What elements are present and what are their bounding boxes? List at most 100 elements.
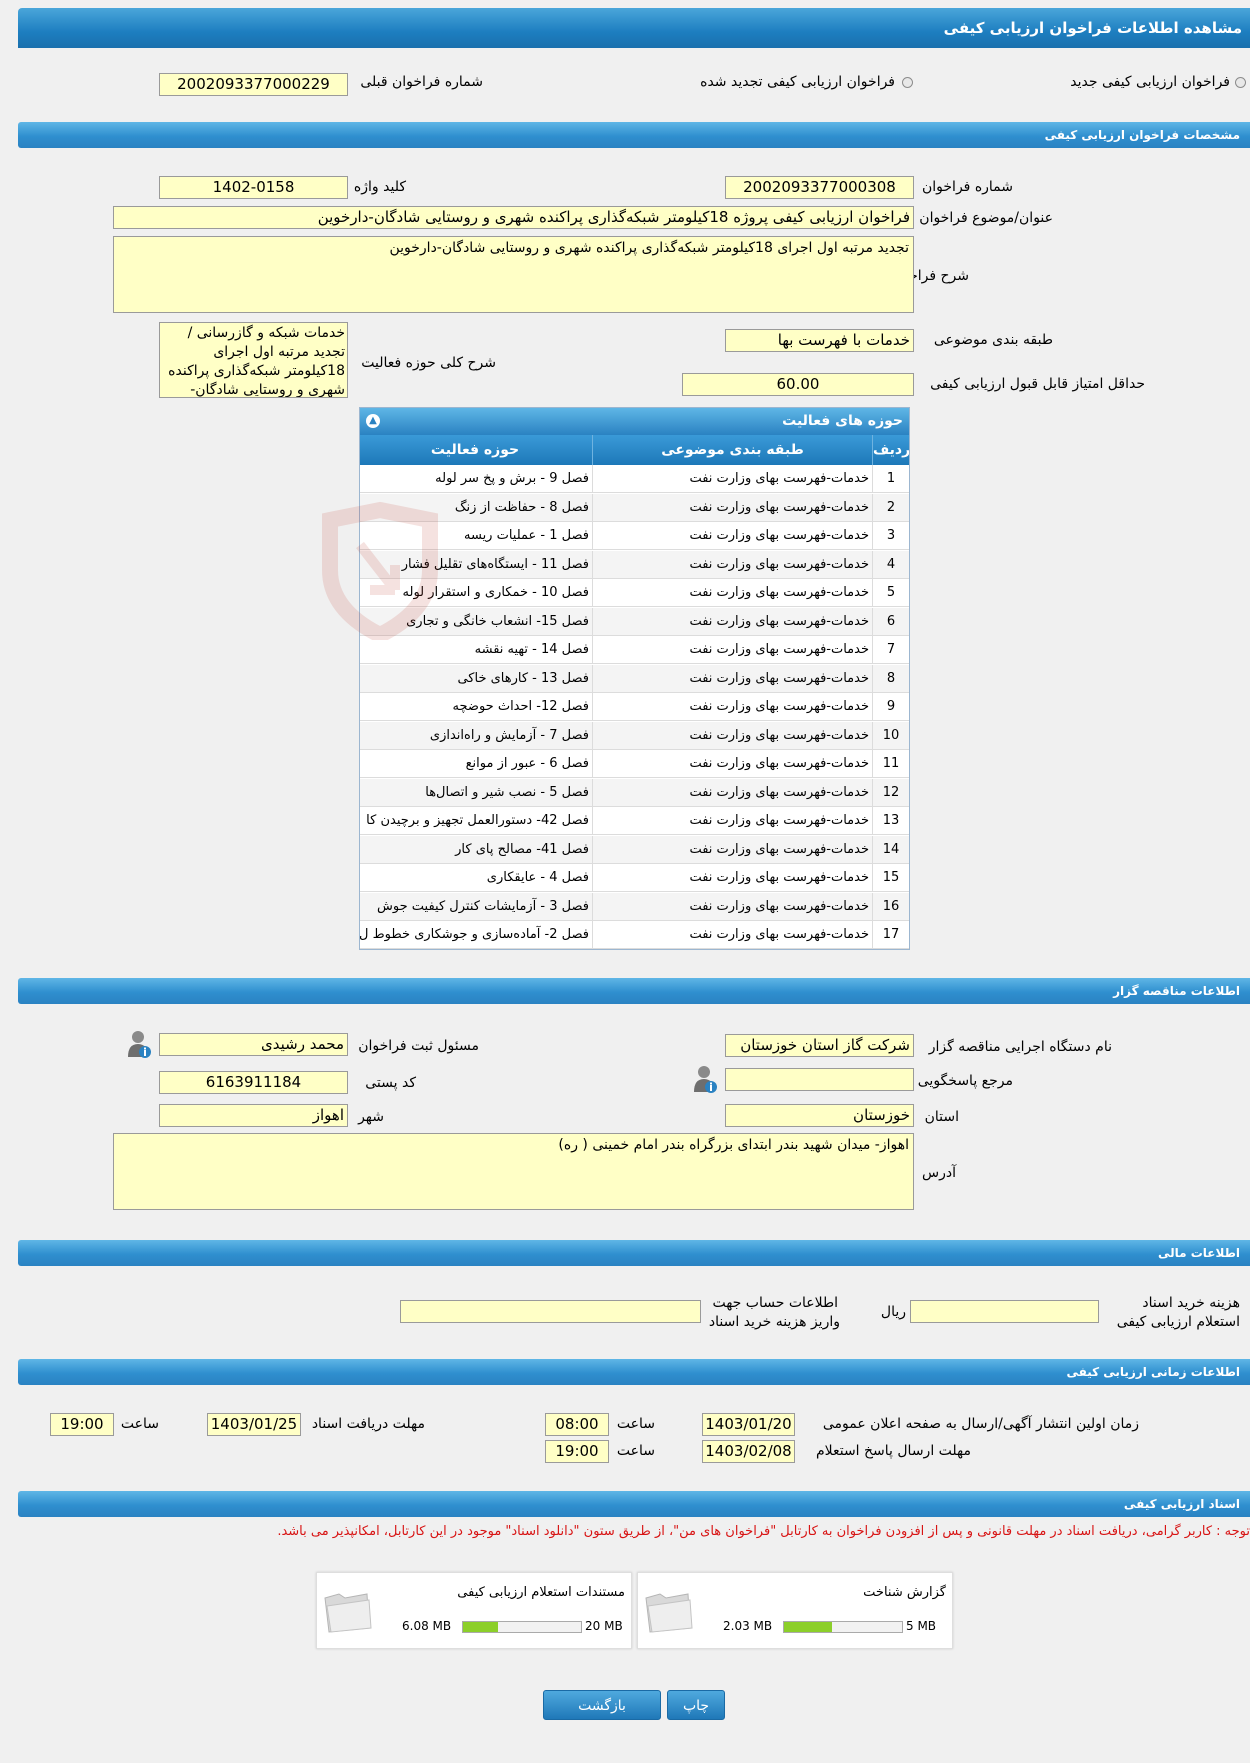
- print-button[interactable]: چاپ: [667, 1690, 725, 1720]
- table-row: 12 خدمات-فهرست بهای وزارت نفت فصل 5 - نصب …: [360, 778, 909, 807]
- activities-table-title: حوزه های فعالیت: [360, 408, 909, 435]
- previous-number-label: شماره فراخوان قبلی: [360, 74, 483, 90]
- table-row: 17 خدمات-فهرست بهای وزارت نفت فصل 2- آماده…: [360, 921, 909, 949]
- postal-label: کد پستی: [365, 1075, 416, 1091]
- row-index: 16: [872, 892, 909, 921]
- row-category: خدمات-فهرست بهای وزارت نفت: [592, 778, 872, 807]
- row-activity: فصل 9 - برش و پخ سر لوله: [435, 471, 589, 486]
- category-label: طبقه بندی موضوعی: [933, 332, 1053, 348]
- row-activity: فصل 42- دستورالعمل تجهیز و برچیدن کا: [366, 813, 589, 828]
- specs-section-header: مشخصات فراخوان ارزیابی کیفی: [18, 122, 1250, 148]
- new-call-radio[interactable]: [1235, 77, 1246, 88]
- activities-table: حوزه های فعالیت ▲ رديف طبقه بندی موضوعی …: [359, 407, 910, 950]
- document-max-size: 20 MB: [585, 1619, 623, 1633]
- column-header-idx: رديف: [872, 435, 909, 465]
- table-row: 1 خدمات-فهرست بهای وزارت نفت فصل 9 - برش و…: [360, 465, 909, 493]
- row-category: خدمات-فهرست بهای وزارت نفت: [592, 750, 872, 778]
- publish-date-label: زمان اولین انتشار آگهی/ارسال به صفحه اعل…: [822, 1416, 1139, 1432]
- row-category: خدمات-فهرست بهای وزارت نفت: [592, 636, 872, 664]
- activities-table-body: 1 خدمات-فهرست بهای وزارت نفت فصل 9 - برش و…: [360, 465, 909, 949]
- row-category: خدمات-فهرست بهای وزارت نفت: [592, 465, 872, 493]
- row-category: خدمات-فهرست بهای وزارت نفت: [592, 493, 872, 522]
- responder-user-icon[interactable]: [692, 1064, 718, 1094]
- renewed-call-label: فراخوان ارزیابی کیفی تجدید شده: [700, 74, 895, 90]
- registrar-field: محمد رشیدی: [159, 1033, 348, 1056]
- row-activity: فصل 8 - حفاظت از زنگ: [454, 499, 589, 515]
- table-row: 8 خدمات-فهرست بهای وزارت نفت فصل 13 - کاره…: [360, 664, 909, 693]
- row-category: خدمات-فهرست بهای وزارت نفت: [592, 807, 872, 835]
- row-index: 10: [872, 721, 909, 750]
- keyword-label: کلید واژه: [353, 179, 406, 195]
- table-row: 9 خدمات-فهرست بهای وزارت نفت فصل 12- احداث…: [360, 693, 909, 721]
- document-card[interactable]: مستندات استعلام ارزیابی کیفی 20 MB 6.08 MB: [316, 1572, 632, 1649]
- document-progress-track: [462, 1621, 582, 1633]
- documents-section-header: اسناد ارزیابی کیفی: [18, 1491, 1250, 1517]
- account-field: [400, 1300, 701, 1323]
- publish-time-field: 08:00: [545, 1413, 609, 1436]
- deadline-docs-time-label: ساعت: [120, 1416, 159, 1432]
- deadline-reply-date-field: 1403/02/08: [702, 1440, 795, 1463]
- row-index: 4: [872, 550, 909, 579]
- registrar-user-icon[interactable]: [126, 1029, 152, 1059]
- row-activity: فصل 4 - عایقکاری: [486, 870, 589, 885]
- address-field: اهواز- میدان شهید بندر ابتدای بزرگراه بن…: [113, 1133, 914, 1210]
- fee-field: [910, 1300, 1099, 1323]
- city-field: اهواز: [159, 1104, 348, 1127]
- currency-label: ریال: [880, 1304, 906, 1320]
- row-index: 15: [872, 864, 909, 892]
- document-card[interactable]: گزارش شناخت 5 MB 2.03 MB: [637, 1572, 953, 1649]
- row-index: 11: [872, 750, 909, 778]
- fee-label-line2: استعلام ارزیابی کیفی: [1116, 1314, 1240, 1330]
- document-progress-fill: [463, 1622, 499, 1632]
- renewed-call-radio[interactable]: [902, 77, 913, 88]
- row-category: خدمات-فهرست بهای وزارت نفت: [592, 835, 872, 864]
- back-button[interactable]: بازگشت: [543, 1690, 661, 1720]
- category-field: خدمات با فهرست بها: [725, 329, 914, 352]
- min-score-label: حداقل امتیاز قابل قبول ارزیابی کیفی: [930, 376, 1145, 392]
- row-activity: فصل 1 - عملیات ریسه: [464, 528, 589, 543]
- table-row: 14 خدمات-فهرست بهای وزارت نفت فصل 41- مصال…: [360, 835, 909, 864]
- column-header-activity: حوزه فعالیت: [430, 442, 520, 458]
- call-number-label: شماره فراخوان: [922, 179, 1013, 195]
- folder-icon: [642, 1588, 694, 1636]
- province-label: استان: [924, 1109, 959, 1125]
- row-activity: فصل 11 - ایستگاه‌های تقلیل فشار: [401, 556, 589, 572]
- fee-label-line1: هزینه خرید اسناد: [1142, 1295, 1240, 1311]
- row-category: خدمات-فهرست بهای وزارت نفت: [592, 579, 872, 607]
- row-index: 6: [872, 607, 909, 636]
- collapse-icon[interactable]: ▲: [366, 414, 380, 428]
- table-row: 13 خدمات-فهرست بهای وزارت نفت فصل 42- دستو…: [360, 807, 909, 835]
- row-index: 7: [872, 636, 909, 664]
- document-size: 6.08 MB: [402, 1619, 452, 1633]
- deadline-docs-label: مهلت دریافت اسناد: [311, 1416, 425, 1432]
- row-activity: فصل 10 - خمکاری و استقرار لوله: [402, 585, 589, 600]
- table-row: 2 خدمات-فهرست بهای وزارت نفت فصل 8 - حفاظت…: [360, 493, 909, 522]
- subject-field: فراخوان ارزیابی کیفی پروژه 18کیلومتر شبک…: [113, 206, 914, 229]
- publish-time-label: ساعت: [616, 1416, 655, 1432]
- row-activity: فصل 7 - آزمایش و راه‌اندازی: [429, 727, 589, 743]
- row-activity: فصل 14 - تهیه نقشه: [474, 642, 589, 657]
- table-row: 7 خدمات-فهرست بهای وزارت نفت فصل 14 - تهیه…: [360, 636, 909, 664]
- row-category: خدمات-فهرست بهای وزارت نفت: [592, 522, 872, 550]
- row-category: خدمات-فهرست بهای وزارت نفت: [592, 550, 872, 579]
- deadline-reply-time-field: 19:00: [545, 1440, 609, 1463]
- subject-label: عنوان/موضوع فراخوان: [919, 210, 1053, 226]
- row-activity: فصل 5 - نصب شیر و اتصال‌ها: [425, 784, 589, 800]
- row-category: خدمات-فهرست بهای وزارت نفت: [592, 864, 872, 892]
- tenderer-section-header: اطلاعات مناقصه گزار: [18, 978, 1250, 1004]
- registrar-label: مسئول ثبت فراخوان: [358, 1038, 479, 1054]
- column-header-category: طبقه بندی موضوعی: [592, 435, 872, 465]
- table-row: 16 خدمات-فهرست بهای وزارت نفت فصل 3 - آزما…: [360, 892, 909, 921]
- row-index: 2: [872, 493, 909, 522]
- document-size: 2.03 MB: [723, 1619, 773, 1633]
- table-row: 5 خدمات-فهرست بهای وزارت نفت فصل 10 - خمکا…: [360, 579, 909, 607]
- row-category: خدمات-فهرست بهای وزارت نفت: [592, 664, 872, 693]
- document-name: مستندات استعلام ارزیابی کیفی: [457, 1585, 625, 1600]
- table-row: 11 خدمات-فهرست بهای وزارت نفت فصل 6 - عبور…: [360, 750, 909, 778]
- document-name: گزارش شناخت: [863, 1585, 946, 1600]
- row-index: 3: [872, 522, 909, 550]
- row-activity: فصل 6 - عبور از موانع: [465, 756, 589, 771]
- account-label-line1: اطلاعات حساب جهت: [712, 1295, 838, 1311]
- deadline-docs-time-field: 19:00: [50, 1413, 114, 1436]
- table-row: 3 خدمات-فهرست بهای وزارت نفت فصل 1 - عملیا…: [360, 522, 909, 550]
